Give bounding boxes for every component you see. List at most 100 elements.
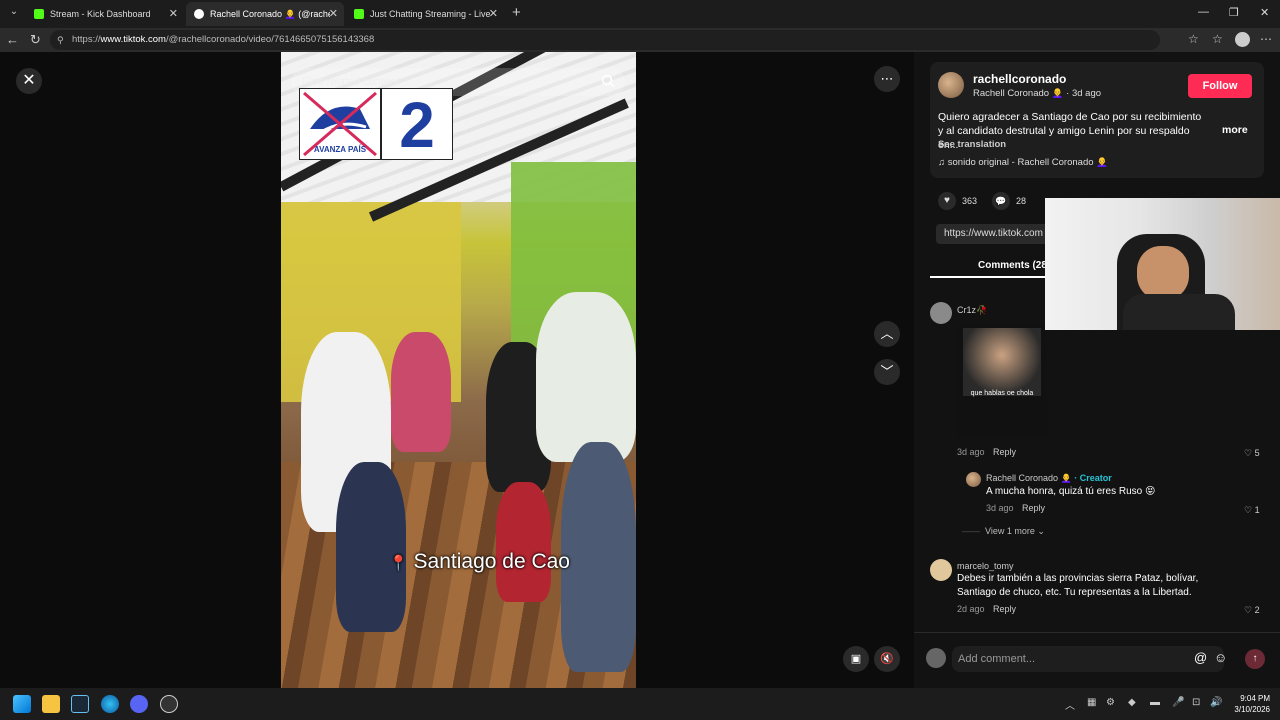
minimize-icon[interactable]: — bbox=[1198, 6, 1209, 18]
favorites-icon[interactable]: ☆ bbox=[1212, 32, 1223, 46]
file-explorer-icon[interactable] bbox=[42, 695, 60, 713]
start-windows-icon[interactable] bbox=[13, 695, 31, 713]
view-more-replies[interactable]: —— View 1 more ⌄ bbox=[962, 526, 1045, 537]
video-scene-person bbox=[496, 482, 551, 602]
reply-link[interactable]: Reply bbox=[993, 604, 1016, 614]
comment-button[interactable]: 💬 bbox=[992, 192, 1010, 210]
system-clock[interactable]: 9:04 PM 3/10/2026 bbox=[1234, 693, 1270, 715]
video-caption: 📍 Santiago de Cao bbox=[389, 550, 570, 573]
see-translation-link[interactable]: See translation bbox=[938, 139, 1006, 150]
list-number: 2 bbox=[381, 88, 453, 161]
close-icon[interactable]: ✕ bbox=[16, 68, 42, 94]
close-tab-icon[interactable]: ✕ bbox=[489, 7, 498, 20]
reply-text: A mucha honra, quizá tú eres Ruso 😝 bbox=[986, 486, 1156, 497]
close-tab-icon[interactable]: ✕ bbox=[329, 7, 338, 20]
comment-text: Santiago de chuco, etc. Tu representas a… bbox=[957, 587, 1192, 598]
tray-app-icon[interactable]: ▦ bbox=[1087, 697, 1096, 708]
video-scene-person bbox=[336, 462, 406, 632]
video-scene-person bbox=[561, 442, 636, 672]
commenter-avatar[interactable] bbox=[930, 302, 952, 324]
send-comment-button[interactable]: ↑ bbox=[1245, 649, 1265, 669]
pin-icon: 📍 bbox=[389, 555, 408, 572]
party-logo-text: AVANZA PAÍS bbox=[313, 145, 367, 154]
back-icon[interactable]: ← bbox=[6, 32, 19, 47]
previous-video-button[interactable]: ︿ bbox=[874, 321, 900, 347]
floating-player-icon[interactable]: ▣ bbox=[843, 646, 869, 672]
reply-link[interactable]: Reply bbox=[1022, 503, 1045, 513]
volume-icon[interactable]: 🔊 bbox=[1210, 697, 1222, 708]
commenter-name[interactable]: marcelo_tomy bbox=[957, 561, 1014, 571]
microphone-icon[interactable]: 🎤 bbox=[1172, 697, 1184, 708]
address-bar: ← ↻ ⚲ https://www.tiktok.com/@rachellcor… bbox=[0, 28, 1280, 52]
reply-like[interactable]: ♡ 1 bbox=[1244, 505, 1260, 516]
comment-like[interactable]: ♡ 2 bbox=[1244, 605, 1260, 616]
steam-icon[interactable] bbox=[71, 695, 89, 713]
comment-meta: 2d ago Reply bbox=[957, 604, 1017, 614]
video-area: ✕ Find related content AVANZA PAÍS 2 📍 S… bbox=[0, 52, 914, 688]
url-field[interactable]: ⚲ https://www.tiktok.com/@rachellcoronad… bbox=[50, 30, 1160, 50]
profile-avatar[interactable] bbox=[1235, 32, 1250, 47]
windows-taskbar: ︿ ▦ ⚙ ◆ ▬ 🎤 ⊡ 🔊 9:04 PM 3/10/2026 bbox=[0, 688, 1280, 720]
creator-username[interactable]: rachellcoronado bbox=[973, 72, 1066, 86]
favorite-star-icon[interactable]: ☆ bbox=[1188, 32, 1199, 46]
tray-app-icon[interactable]: ▬ bbox=[1150, 697, 1160, 708]
reply-author[interactable]: Rachell Coronado 👩‍🦲 · Creator bbox=[986, 473, 1112, 484]
mute-icon[interactable]: 🔇 bbox=[874, 646, 900, 672]
comment-meta: 3d ago Reply bbox=[957, 447, 1017, 457]
emoji-icon[interactable]: ☺ bbox=[1214, 650, 1227, 665]
reply-link[interactable]: Reply bbox=[993, 447, 1016, 457]
commenter-avatar[interactable] bbox=[930, 559, 952, 581]
webcam-face bbox=[1137, 246, 1189, 300]
add-comment-input[interactable]: Add comment... bbox=[952, 646, 1224, 672]
tray-app-icon[interactable]: ◆ bbox=[1128, 697, 1136, 708]
party-logo: AVANZA PAÍS bbox=[299, 88, 381, 160]
video-player[interactable]: Find related content AVANZA PAÍS 2 📍 San… bbox=[281, 52, 636, 688]
network-icon[interactable]: ⊡ bbox=[1192, 697, 1200, 708]
tiktok-page: ✕ Find related content AVANZA PAÍS 2 📍 S… bbox=[0, 52, 1280, 688]
refresh-icon[interactable]: ↻ bbox=[30, 32, 41, 48]
comment-text: Debes ir también a las provincias sierra… bbox=[957, 573, 1199, 584]
kick-icon bbox=[354, 9, 364, 19]
app-icon[interactable] bbox=[160, 695, 178, 713]
sound-link[interactable]: ♫ sonido original - Rachell Coronado 👩‍🦲 bbox=[938, 157, 1108, 168]
music-note-icon: ♫ bbox=[938, 157, 946, 168]
like-button[interactable]: ♥ bbox=[938, 192, 956, 210]
side-panel: rachellcoronado Rachell Coronado 👩‍🦲 · 3… bbox=[914, 52, 1280, 688]
tab-kick-stream[interactable]: Just Chatting Streaming - Live Stre ✕ bbox=[346, 2, 504, 26]
close-tab-icon[interactable]: ✕ bbox=[169, 7, 178, 20]
streamer-webcam-overlay bbox=[1045, 198, 1280, 330]
next-video-button[interactable]: ﹀ bbox=[874, 359, 900, 385]
more-link[interactable]: more bbox=[1222, 124, 1248, 136]
tab-kick-dashboard[interactable]: Stream - Kick Dashboard ✕ bbox=[26, 2, 184, 26]
restore-icon[interactable]: ❐ bbox=[1229, 6, 1239, 19]
discord-icon[interactable] bbox=[130, 695, 148, 713]
gif-caption: que hablas oe chola bbox=[970, 390, 1034, 397]
panel-bottom-divider bbox=[914, 632, 1280, 633]
tray-chevron-icon[interactable]: ︿ bbox=[1065, 697, 1075, 712]
creator-badge: · Creator bbox=[1074, 473, 1112, 483]
creator-reply-avatar[interactable] bbox=[966, 472, 981, 487]
commenter-name[interactable]: Cr1z🥀 bbox=[957, 305, 987, 316]
search-icon[interactable] bbox=[601, 74, 615, 88]
more-options-icon[interactable]: ⋯ bbox=[874, 66, 900, 92]
comment-gif[interactable]: que hablas oe chola bbox=[957, 324, 1047, 438]
mention-icon[interactable]: @ bbox=[1194, 650, 1207, 665]
tab-list-dropdown-icon[interactable]: ⌄ bbox=[6, 6, 22, 22]
video-scene-person bbox=[391, 332, 451, 452]
creator-avatar[interactable] bbox=[938, 72, 964, 98]
new-tab-icon[interactable]: + bbox=[512, 4, 521, 21]
tab-comments[interactable]: Comments (28 bbox=[978, 260, 1047, 271]
site-info-icon[interactable]: ⚲ bbox=[57, 30, 64, 50]
close-window-icon[interactable]: ✕ bbox=[1260, 6, 1269, 19]
follow-button[interactable]: Follow bbox=[1188, 74, 1252, 98]
my-avatar[interactable] bbox=[926, 648, 946, 668]
tab-tiktok[interactable]: Rachell Coronado 👩‍🦲 (@rachellcor… ✕ bbox=[186, 2, 344, 26]
edge-icon[interactable] bbox=[101, 695, 119, 713]
tray-steam-icon[interactable]: ⚙ bbox=[1106, 697, 1115, 708]
copy-link-field[interactable]: https://www.tiktok.com bbox=[936, 224, 1056, 244]
tiktok-icon bbox=[194, 9, 204, 19]
more-menu-icon[interactable]: ⋯ bbox=[1260, 32, 1272, 46]
kick-icon bbox=[34, 9, 44, 19]
comment-like[interactable]: ♡ 5 bbox=[1244, 448, 1260, 459]
gif-image bbox=[963, 328, 1041, 396]
